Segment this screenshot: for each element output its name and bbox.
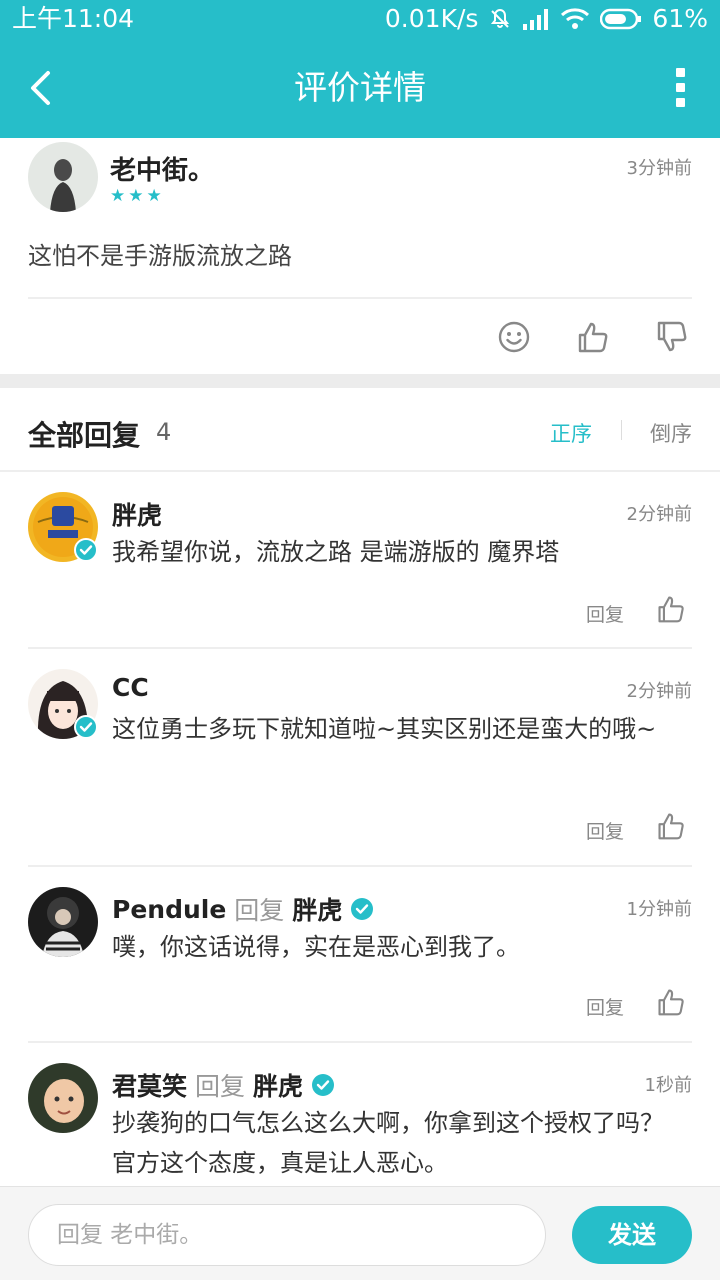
thumbs-up-icon[interactable] bbox=[656, 987, 686, 1017]
thumbs-up-icon[interactable] bbox=[656, 594, 686, 624]
avatar[interactable] bbox=[28, 1063, 98, 1133]
reply-button[interactable]: 回复 bbox=[586, 993, 624, 1020]
reply-text: 噗，你这话说得，实在是恶心到我了。 bbox=[112, 933, 520, 961]
reply-time: 2分钟前 bbox=[626, 681, 692, 702]
send-button[interactable]: 发送 bbox=[572, 1206, 692, 1264]
reply-item: 君莫笑 回复 胖虎 1秒前 抄袭狗的口气怎么这么大啊，你拿到这个授权了吗？官方这… bbox=[0, 1043, 720, 1186]
reply-header: Pendule 回复 胖虎 bbox=[112, 891, 374, 927]
vertical-dots-icon bbox=[676, 68, 685, 77]
reply-time: 1秒前 bbox=[644, 1075, 692, 1096]
review-card: 老中街。 ★★★ 3分钟前 这怕不是手游版流放之路 bbox=[0, 138, 720, 374]
thumbs-up-icon[interactable] bbox=[656, 811, 686, 841]
review-author[interactable]: 老中街。 bbox=[110, 150, 214, 187]
replies-header: 全部回复 4 正序 倒序 bbox=[0, 388, 720, 472]
wifi-icon bbox=[560, 7, 590, 31]
reply-text: 我希望你说，流放之路 是端游版的 魔界塔 bbox=[112, 538, 560, 566]
verified-badge-icon bbox=[74, 715, 98, 739]
reply-header: 君莫笑 回复 胖虎 bbox=[112, 1067, 335, 1103]
reply-time: 1分钟前 bbox=[626, 899, 692, 920]
reply-input[interactable] bbox=[28, 1204, 546, 1266]
battery-icon bbox=[600, 8, 642, 30]
reply-to-label: 回复 bbox=[234, 896, 285, 925]
page: 上午11:04 0.01K/s 61% 评价详情 老中街。 ★★★ 3分钟前 这… bbox=[0, 0, 720, 1280]
replies-title: 全部回复 bbox=[28, 419, 141, 452]
network-speed: 0.01K/s bbox=[384, 4, 479, 33]
app-bar: 评价详情 bbox=[0, 38, 720, 138]
reply-author[interactable]: 胖虎 bbox=[112, 496, 162, 532]
reply-item: CC 2分钟前 这位勇士多玩下就知道啦~其实区别还是蛮大的哦~ 回复 bbox=[0, 649, 720, 867]
verified-badge-icon bbox=[312, 1074, 335, 1096]
verified-badge-icon bbox=[351, 898, 374, 920]
review-text: 这怕不是手游版流放之路 bbox=[28, 242, 292, 270]
reply-header: CC bbox=[112, 673, 149, 702]
reply-author[interactable]: Pendule bbox=[112, 895, 226, 924]
status-bar: 上午11:04 0.01K/s 61% bbox=[0, 0, 720, 38]
sort-separator bbox=[621, 420, 622, 440]
reply-author[interactable]: CC bbox=[112, 673, 149, 702]
status-time: 上午11:04 bbox=[12, 4, 135, 33]
verified-badge-icon bbox=[74, 538, 98, 562]
smiley-icon[interactable] bbox=[497, 320, 531, 354]
reply-button[interactable]: 回复 bbox=[586, 600, 624, 627]
sort-desc-tab[interactable]: 倒序 bbox=[650, 418, 692, 448]
reply-header: 胖虎 bbox=[112, 496, 162, 532]
sort-asc-tab[interactable]: 正序 bbox=[550, 418, 592, 448]
reply-to-user[interactable]: 胖虎 bbox=[292, 891, 342, 927]
replies-count: 4 bbox=[156, 418, 172, 446]
page-title: 评价详情 bbox=[294, 68, 426, 107]
more-menu-button[interactable] bbox=[670, 68, 690, 108]
reply-item: 胖虎 2分钟前 我希望你说，流放之路 是端游版的 魔界塔 回复 bbox=[0, 472, 720, 649]
reply-time: 2分钟前 bbox=[626, 504, 692, 525]
battery-percent: 61% bbox=[652, 4, 708, 33]
section-gap bbox=[0, 374, 720, 388]
status-icons: 0.01K/s 61% bbox=[385, 0, 708, 38]
signal-icon bbox=[522, 8, 550, 30]
rating-stars: ★★★ bbox=[110, 186, 165, 206]
mute-bell-icon bbox=[488, 7, 512, 31]
avatar[interactable] bbox=[28, 142, 98, 212]
reply-text: 抄袭狗的口气怎么这么大啊，你拿到这个授权了吗？官方这个态度，真是让人恶心。 bbox=[112, 1109, 664, 1177]
reply-to-label: 回复 bbox=[195, 1072, 246, 1101]
reply-author[interactable]: 君莫笑 bbox=[112, 1067, 187, 1103]
thumbs-down-icon[interactable] bbox=[655, 320, 689, 354]
compose-bar: 发送 bbox=[0, 1186, 720, 1280]
thumbs-up-icon[interactable] bbox=[576, 320, 610, 354]
reply-button[interactable]: 回复 bbox=[586, 817, 624, 844]
reply-item: Pendule 回复 胖虎 1分钟前 噗，你这话说得，实在是恶心到我了。 回复 bbox=[0, 867, 720, 1043]
reply-text: 这位勇士多玩下就知道啦~其实区别还是蛮大的哦~ bbox=[112, 715, 657, 743]
divider bbox=[28, 297, 692, 299]
reply-to-user[interactable]: 胖虎 bbox=[253, 1067, 303, 1103]
review-time: 3分钟前 bbox=[626, 158, 692, 179]
avatar[interactable] bbox=[28, 887, 98, 957]
